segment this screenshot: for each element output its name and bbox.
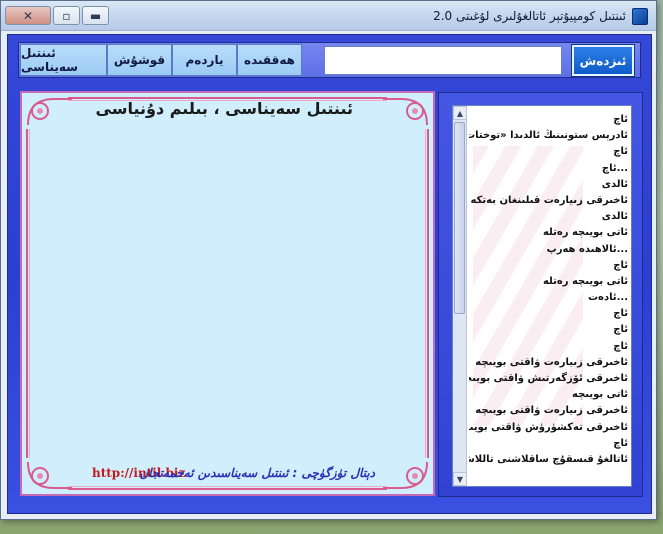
content-panel: ئىنتىل سەيناسى ، بىلىم دۇنياسى http://in…	[20, 91, 435, 496]
search-button[interactable]: ئىزدەش	[571, 44, 635, 77]
list-item[interactable]: ئاچ	[469, 306, 628, 322]
search-input[interactable]	[324, 46, 562, 75]
list-item[interactable]: ئاخىرقى تەكشۈرۈش ۋاقتى بويىچە	[469, 420, 628, 436]
list-item[interactable]: ئادرېس ستونىنىڭ ئالدىدا «توختات	[469, 128, 628, 144]
scroll-up-icon[interactable]: ▲	[453, 106, 467, 120]
list-item[interactable]: ئاچ	[469, 339, 628, 355]
window-title: ئىنتىل كومپيۇتېر ئاتالغۇلىرى لۇغىتى 2.0	[433, 9, 626, 23]
list-item[interactable]: ...ئاچ	[469, 161, 628, 177]
menu-intil-button[interactable]: ئىنتىل سەيناسى	[20, 44, 107, 76]
menu-add-button[interactable]: قوشۇش	[107, 44, 172, 76]
title-bar[interactable]: ✕ ▫ ▬ ئىنتىل كومپيۇتېر ئاتالغۇلىرى لۇغىت…	[1, 1, 656, 31]
app-book-icon	[632, 8, 648, 25]
ornament-border-left	[26, 129, 30, 458]
corner-ornament-icon	[383, 98, 428, 126]
list-item[interactable]: ئاتالغۇ قىسقۇچ ساقلاشنى تاللاش	[469, 452, 628, 468]
main-window: ✕ ▫ ▬ ئىنتىل كومپيۇتېر ئاتالغۇلىرى لۇغىت…	[0, 0, 657, 520]
list-item[interactable]: ئاخىرقى زىيارەت قىلىنغان بەتكە	[469, 193, 628, 209]
content-heading: ئىنتىل سەيناسى ، بىلىم دۇنياسى	[95, 99, 353, 118]
maximize-icon: ▫	[62, 8, 71, 23]
term-list-frame: ▲ ▼ ئاچ ئادرېس ستونىنىڭ ئالدىدا «توختات ئا…	[438, 92, 643, 497]
scroll-thumb[interactable]	[454, 122, 465, 314]
term-list[interactable]: ▲ ▼ ئاچ ئادرېس ستونىنىڭ ئالدىدا «توختات ئا…	[452, 105, 632, 487]
list-item[interactable]: ئاچ	[469, 436, 628, 452]
list-item[interactable]: ئاخىرقى زىيارەت ۋاقتى بويىچە	[469, 355, 628, 371]
list-item[interactable]: ئاخىرقى ئۆزگەرتىش ۋاقتى بويىچە	[469, 371, 628, 387]
minimize-icon: ▬	[89, 8, 102, 23]
list-item[interactable]: ئاچ	[469, 322, 628, 338]
list-item[interactable]: ئالدى	[469, 209, 628, 225]
list-item[interactable]: ئاتى بويىچە رەتلە	[469, 225, 628, 241]
client-area: ئىنتىل سەيناسى قوشۇش ياردەم ھەققىدە ئىزد…	[7, 34, 652, 514]
corner-ornament-icon	[383, 461, 428, 489]
minimize-button[interactable]: ▬	[82, 6, 109, 25]
list-items: ئاچ ئادرېس ستونىنىڭ ئالدىدا «توختات ئاچ...…	[469, 112, 628, 468]
toolbar: ئىنتىل سەيناسى قوشۇش ياردەم ھەققىدە ئىزد…	[18, 42, 641, 78]
list-item[interactable]: ئاچ	[469, 258, 628, 274]
list-item[interactable]: ئاخىرقى زىيارەت ۋاقتى بويىچە	[469, 403, 628, 419]
corner-ornament-icon	[27, 98, 72, 126]
close-button[interactable]: ✕	[5, 6, 51, 25]
list-item[interactable]: ئاچ	[469, 112, 628, 128]
list-item[interactable]: ئالدى	[469, 177, 628, 193]
maximize-button[interactable]: ▫	[53, 6, 80, 25]
close-icon: ✕	[22, 8, 34, 23]
list-item[interactable]: ئاچ	[469, 144, 628, 160]
menu-about-button[interactable]: ھەققىدە	[237, 44, 302, 76]
list-item[interactable]: ...ئالاھىدە ھەرپ	[469, 242, 628, 258]
ornament-border-right	[425, 129, 429, 458]
list-item[interactable]: ئاتى بويىچە	[469, 387, 628, 403]
list-item[interactable]: ئاتى بويىچە رەتلە	[469, 274, 628, 290]
author-credit: دېتال تۈزگۈچى : ئىنتىل سەيناسىدىن ئەخمەت…	[139, 466, 375, 480]
menu-help-button[interactable]: ياردەم	[172, 44, 237, 76]
corner-ornament-icon	[27, 461, 72, 489]
list-item[interactable]: ...ئادەت	[469, 290, 628, 306]
scrollbar[interactable]: ▲ ▼	[453, 106, 467, 486]
ornament-border-bottom	[68, 486, 387, 490]
scroll-down-icon[interactable]: ▼	[453, 472, 467, 486]
